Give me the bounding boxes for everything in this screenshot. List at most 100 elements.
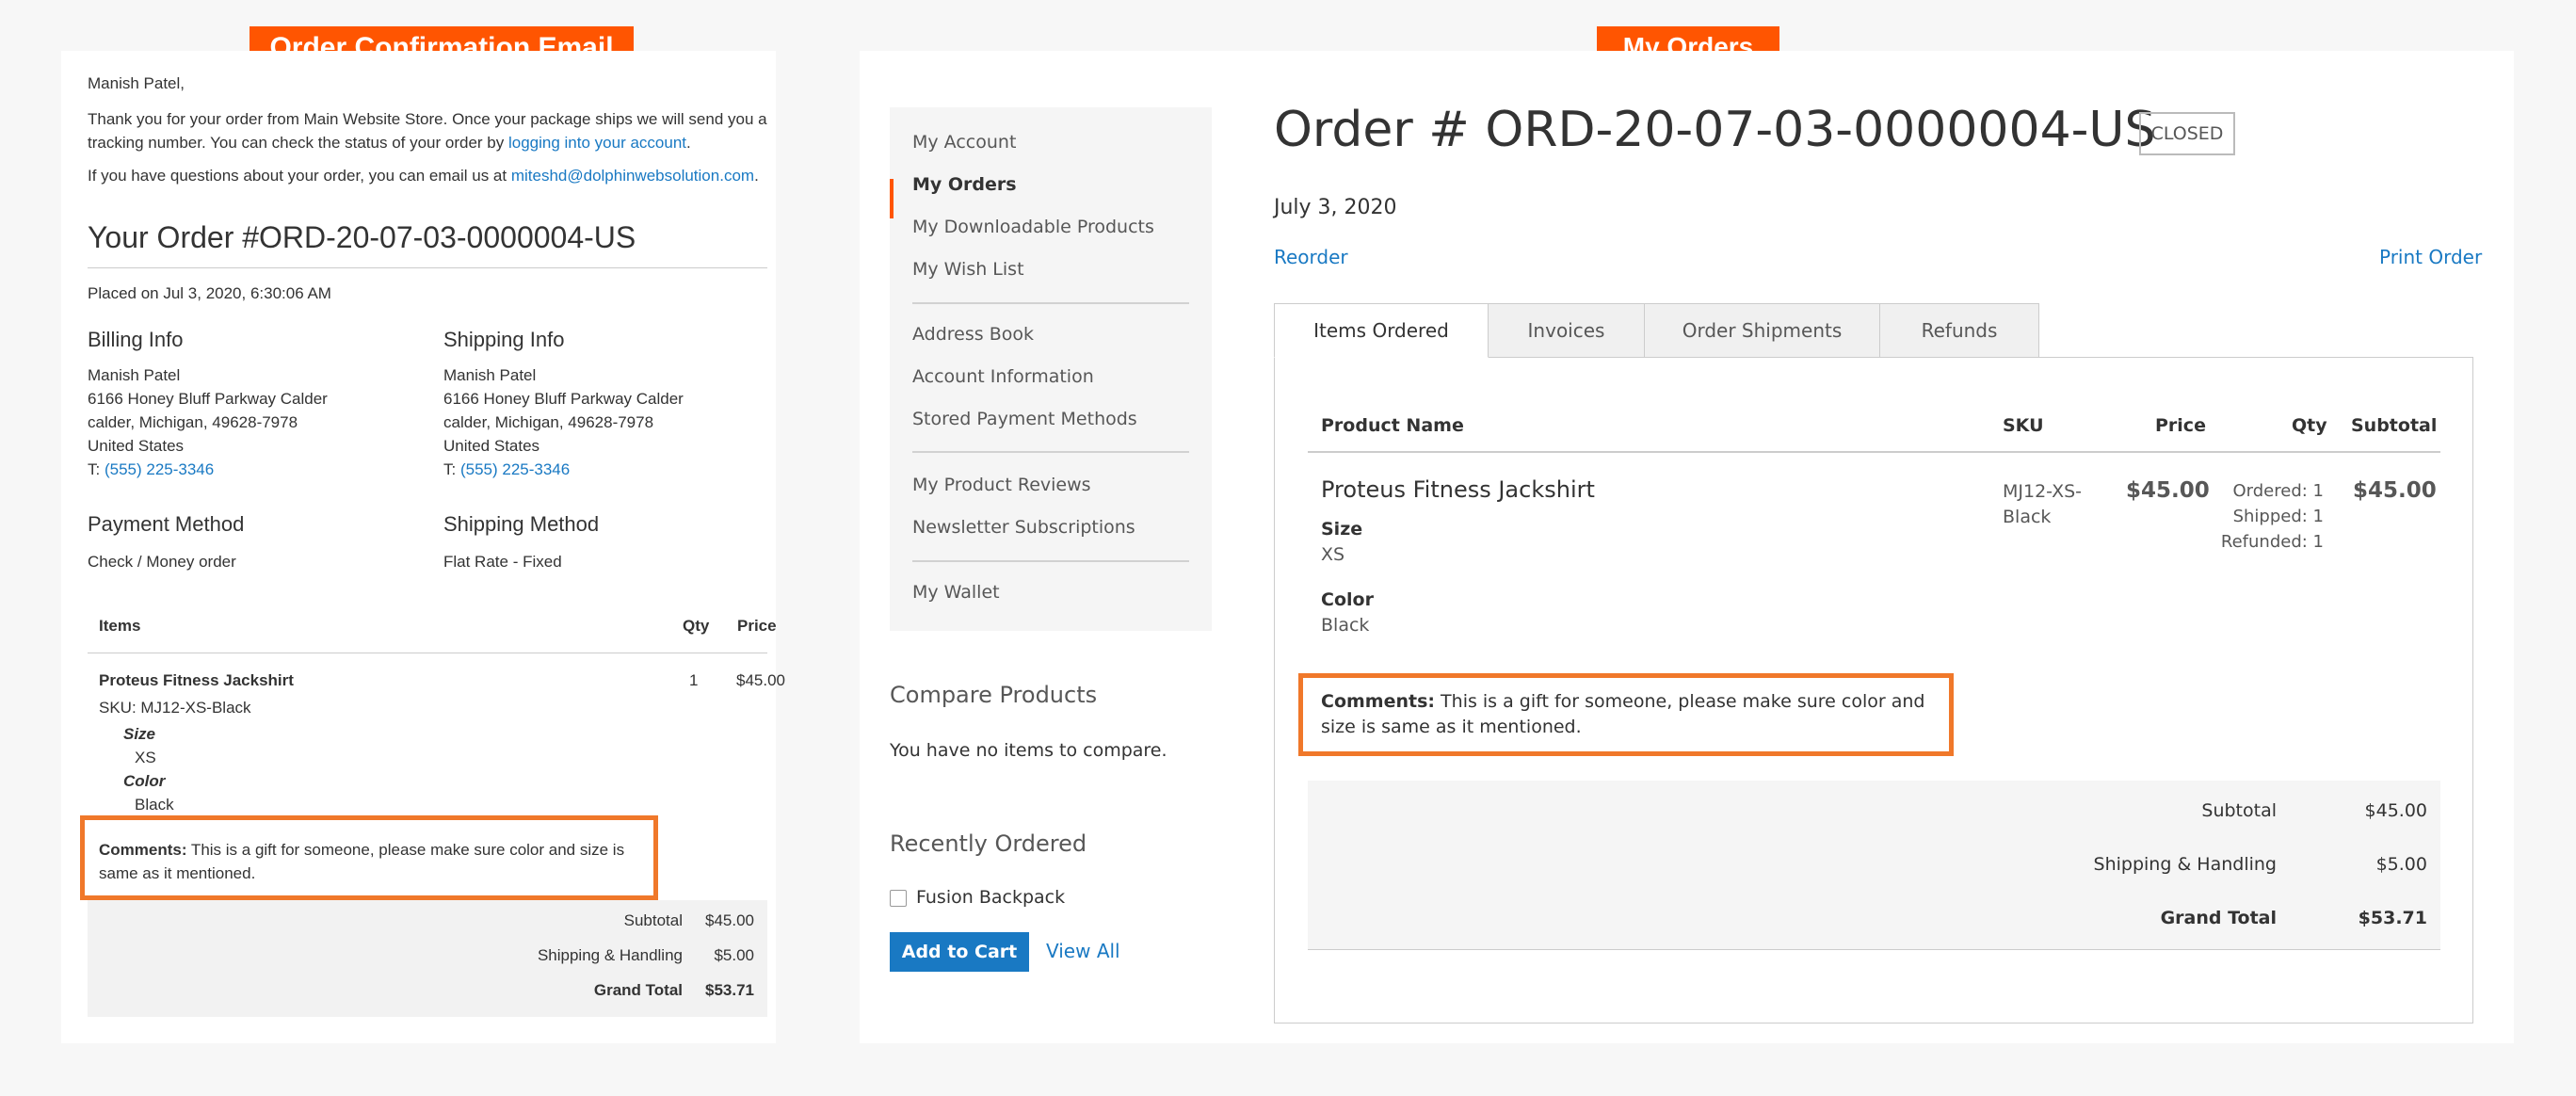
view-all-link[interactable]: View All xyxy=(1046,940,1120,962)
email-subtotal-value: $45.00 xyxy=(705,911,754,929)
order-item-sku-line2: Black xyxy=(2003,507,2052,527)
email-color-label: Color xyxy=(123,772,166,790)
reorder-link[interactable]: Reorder xyxy=(1274,246,1348,268)
email-items-table-header: Items Qty Price xyxy=(88,599,777,653)
table-header-divider xyxy=(1308,451,2440,453)
email-placed-on: Placed on Jul 3, 2020, 6:30:06 AM xyxy=(88,284,331,302)
order-item-qty-refunded: Refunded: 1 xyxy=(2220,532,2324,552)
shipping-info-title: Shipping Info xyxy=(443,328,565,351)
account-sidebar: My Account My Orders My Downloadable Pro… xyxy=(890,107,1212,631)
email-questions-text: If you have questions about your order, … xyxy=(88,167,511,185)
login-link[interactable]: logging into your account xyxy=(508,134,686,152)
order-subtotal-label: Subtotal xyxy=(2201,800,2277,821)
add-to-cart-button[interactable]: Add to Cart xyxy=(890,932,1029,972)
email-size-label: Size xyxy=(123,725,156,743)
order-confirmation-email: Manish Patel, Thank you for your order f… xyxy=(61,51,785,1043)
billing-info-title: Billing Info xyxy=(88,328,184,351)
recently-ordered-item: Fusion Backpack xyxy=(916,887,1066,908)
email-shipping-label: Shipping & Handling xyxy=(537,946,683,964)
email-color-value: Black xyxy=(135,796,174,814)
price-col-header: Price xyxy=(2155,415,2206,436)
sidebar-item-address-book[interactable]: Address Book xyxy=(912,324,1034,345)
order-item-sku: MJ12-XS- Black xyxy=(2003,479,2082,530)
email-item-qty: 1 xyxy=(689,671,699,689)
email-questions: If you have questions about your order, … xyxy=(88,164,759,187)
order-item-subtotal: $45.00 xyxy=(2353,478,2437,503)
recently-ordered-title: Recently Ordered xyxy=(890,830,1087,857)
items-col-header: Items xyxy=(99,617,141,635)
sidebar-divider xyxy=(912,302,1189,304)
billing-phone-link[interactable]: (555) 225-3346 xyxy=(105,460,214,478)
shipping-method-value: Flat Rate - Fixed xyxy=(443,553,562,571)
sidebar-active-indicator xyxy=(890,179,894,218)
order-comment: Comments: This is a gift for someone, pl… xyxy=(1321,689,1961,740)
email-item-name: Proteus Fitness Jackshirt xyxy=(99,671,294,689)
order-item-sku-line1: MJ12-XS- xyxy=(2003,481,2083,502)
subtotal-col-header: Subtotal xyxy=(2351,415,2438,436)
qty-col-header: Qty xyxy=(683,617,710,635)
billing-address: Manish Patel 6166 Honey Bluff Parkway Ca… xyxy=(88,363,328,481)
tab-invoices[interactable]: Invoices xyxy=(1488,303,1645,358)
print-order-link[interactable]: Print Order xyxy=(2379,246,2482,268)
billing-country: United States xyxy=(88,437,185,455)
shipping-street: 6166 Honey Bluff Parkway Calder xyxy=(443,390,684,408)
sidebar-item-my-account[interactable]: My Account xyxy=(912,132,1016,153)
compare-products-title: Compare Products xyxy=(890,682,1098,708)
sidebar-item-my-wallet[interactable]: My Wallet xyxy=(912,582,1000,603)
shipping-address: Manish Patel 6166 Honey Bluff Parkway Ca… xyxy=(443,363,684,481)
sidebar-item-my-orders[interactable]: My Orders xyxy=(912,174,1017,195)
shipping-phone-link[interactable]: (555) 225-3346 xyxy=(460,460,570,478)
tab-refunds[interactable]: Refunds xyxy=(1879,303,2039,358)
sku-col-header: SKU xyxy=(2003,415,2044,436)
order-item-size-label: Size xyxy=(1321,519,1363,540)
email-grand-total-value: $53.71 xyxy=(705,981,754,999)
my-orders-page: My Account My Orders My Downloadable Pro… xyxy=(860,51,2514,1043)
email-order-title: Your Order #ORD-20-07-03-0000004-US xyxy=(88,220,636,254)
billing-phone-line: T: (555) 225-3346 xyxy=(88,458,328,481)
sidebar-item-wish-list[interactable]: My Wish List xyxy=(912,259,1024,280)
order-shipping-label: Shipping & Handling xyxy=(2093,854,2277,875)
sidebar-divider xyxy=(912,560,1189,562)
order-item-color-value: Black xyxy=(1321,615,1370,636)
order-item-qty-ordered: Ordered: 1 xyxy=(2232,481,2325,501)
email-grand-total-label: Grand Total xyxy=(593,981,683,999)
tab-order-shipments[interactable]: Order Shipments xyxy=(1644,303,1880,358)
shipping-phone-label: T: xyxy=(443,460,460,478)
tab-items-ordered[interactable]: Items Ordered xyxy=(1274,303,1489,358)
shipping-city: calder, Michigan, 49628-7978 xyxy=(443,413,654,431)
order-comment-label: Comments: xyxy=(1321,691,1435,712)
shipping-name: Manish Patel xyxy=(443,366,537,384)
sidebar-item-account-information[interactable]: Account Information xyxy=(912,366,1094,387)
support-email-link[interactable]: miteshd@dolphinwebsolution.com xyxy=(511,167,754,185)
order-shipping-value: $5.00 xyxy=(2375,854,2427,875)
sidebar-item-downloadable-products[interactable]: My Downloadable Products xyxy=(912,217,1154,237)
shipping-phone-line: T: (555) 225-3346 xyxy=(443,458,684,481)
email-comment-label: Comments: xyxy=(99,841,187,859)
shipping-method-title: Shipping Method xyxy=(443,512,600,536)
billing-street: 6166 Honey Bluff Parkway Calder xyxy=(88,390,328,408)
email-intro: Thank you for your order from Main Websi… xyxy=(88,107,767,154)
order-item-size-value: XS xyxy=(1321,544,1345,565)
sidebar-item-stored-payment-methods[interactable]: Stored Payment Methods xyxy=(912,409,1137,429)
order-subtotal-value: $45.00 xyxy=(2364,800,2427,821)
email-size-value: XS xyxy=(135,749,156,766)
order-status-badge: CLOSED xyxy=(2139,112,2235,155)
compare-products-empty: You have no items to compare. xyxy=(890,740,1167,761)
product-name-col-header: Product Name xyxy=(1321,415,1464,436)
sidebar-item-newsletter-subscriptions[interactable]: Newsletter Subscriptions xyxy=(912,517,1135,538)
email-item-sku: SKU: MJ12-XS-Black xyxy=(99,699,251,717)
sidebar-item-product-reviews[interactable]: My Product Reviews xyxy=(912,475,1091,495)
order-grand-total-value: $53.71 xyxy=(2358,908,2427,928)
email-subtotal-label: Subtotal xyxy=(623,911,683,929)
email-shipping-value: $5.00 xyxy=(714,946,754,964)
email-totals: Subtotal $45.00 Shipping & Handling $5.0… xyxy=(88,900,767,1017)
sidebar-divider xyxy=(912,451,1189,453)
billing-name: Manish Patel xyxy=(88,366,181,384)
email-item-price: $45.00 xyxy=(736,671,785,689)
order-item-qty: Ordered: 1 Shipped: 1 Refunded: 1 xyxy=(2198,478,2324,555)
order-item-color-label: Color xyxy=(1321,589,1374,610)
order-totals: Subtotal $45.00 Shipping & Handling $5.0… xyxy=(1308,781,2440,950)
billing-city: calder, Michigan, 49628-7978 xyxy=(88,413,298,431)
recently-ordered-checkbox[interactable] xyxy=(890,890,907,907)
email-greeting: Manish Patel, xyxy=(88,74,185,92)
